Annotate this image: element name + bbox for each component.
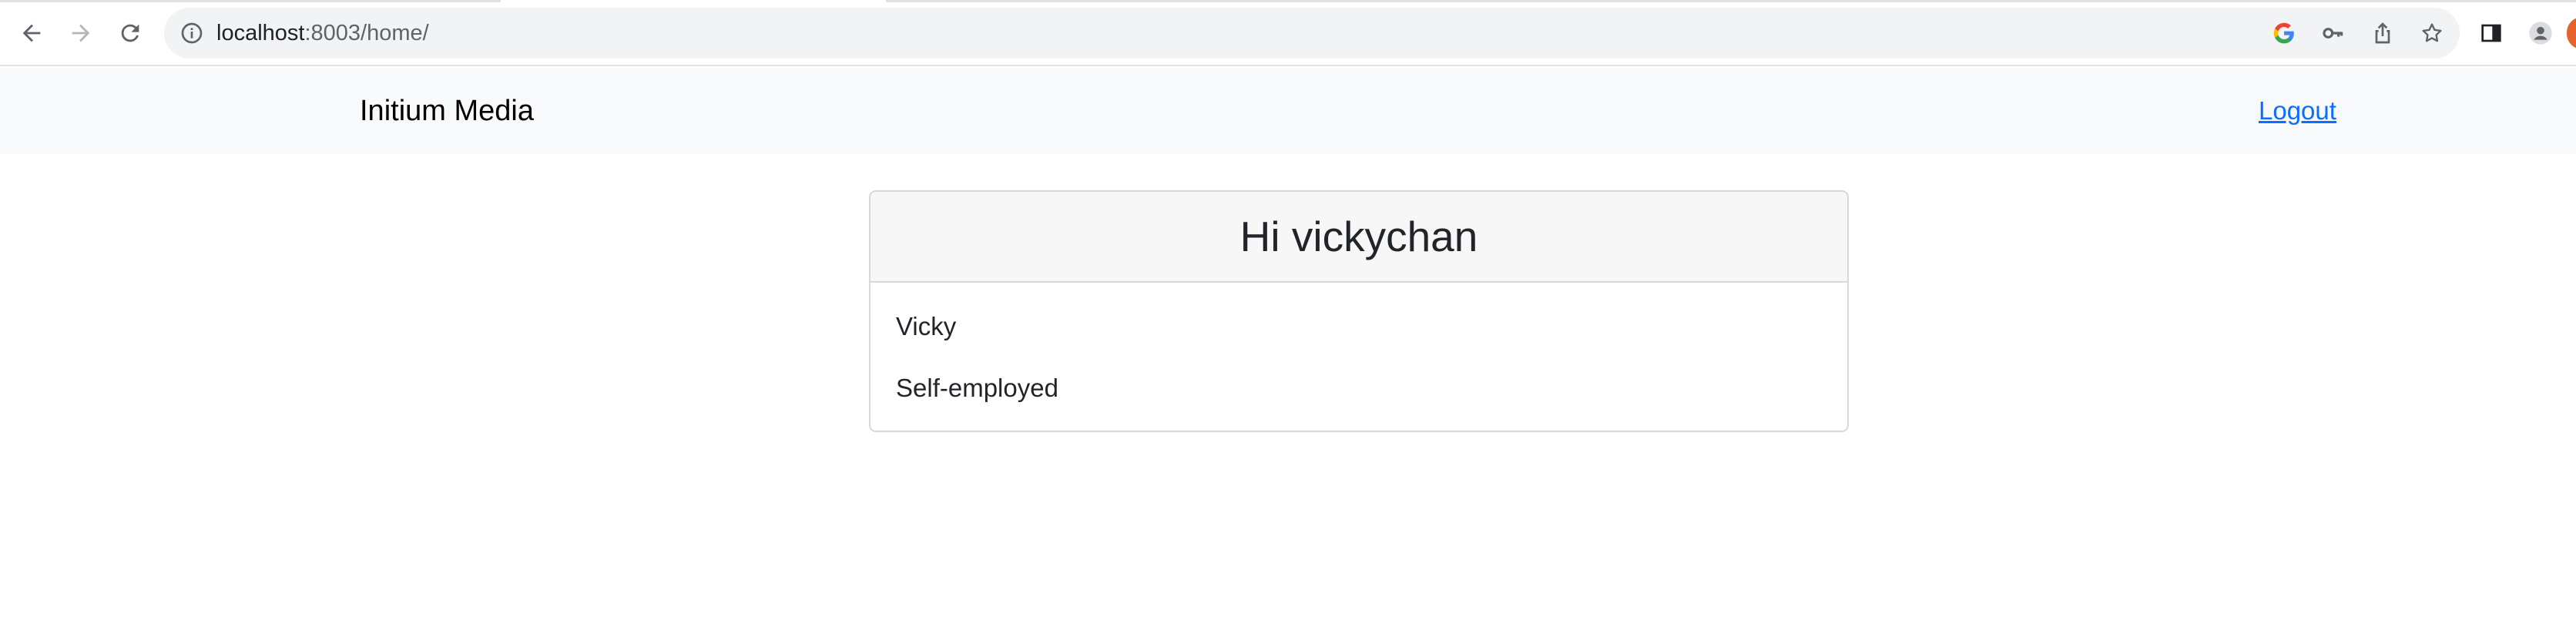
arrow-right-icon: [72, 24, 90, 42]
url-path: :8003/home/: [304, 21, 429, 45]
arrow-left-icon: [22, 24, 41, 42]
back-button[interactable]: [12, 14, 51, 52]
tab-strip-edge: [886, 0, 2576, 2]
passwords-button[interactable]: [2320, 20, 2346, 46]
logout-link[interactable]: Logout: [2259, 96, 2336, 126]
google-g-icon: [2273, 22, 2294, 44]
star-icon: [2422, 23, 2442, 42]
brand-link[interactable]: Initium Media: [360, 94, 534, 128]
share-button[interactable]: [2370, 20, 2396, 46]
card-header: Hi vickychan: [870, 192, 1847, 283]
key-icon: [2323, 28, 2343, 39]
profile-occupation: Self-employed: [896, 374, 1058, 402]
url-text[interactable]: localhost:8003/home/: [216, 18, 429, 48]
bookmark-button[interactable]: [2419, 20, 2445, 46]
extension-edge: [2567, 17, 2576, 49]
profile-button[interactable]: [2523, 15, 2558, 51]
google-lens-button[interactable]: [2271, 20, 2297, 46]
profile-card: Hi vickychan Vicky Self-employed: [869, 190, 1849, 432]
info-circle-icon[interactable]: [179, 21, 204, 45]
side-panel-button[interactable]: [2474, 15, 2509, 51]
reload-icon: [121, 24, 139, 42]
share-icon: [2375, 22, 2390, 44]
site-navbar: Initium Media Logout: [0, 68, 2576, 154]
forward-button[interactable]: [62, 14, 100, 52]
url-host: localhost: [216, 21, 305, 45]
address-bar[interactable]: localhost:8003/home/: [164, 8, 2460, 59]
side-panel-icon: [2481, 24, 2501, 42]
tab-strip-edge: [0, 0, 501, 2]
reload-button[interactable]: [111, 14, 149, 52]
avatar-icon: [2529, 22, 2552, 45]
profile-name: Vicky: [896, 312, 957, 340]
browser-toolbar: localhost:8003/home/: [0, 0, 2576, 66]
greeting-title: Hi vickychan: [1239, 213, 1478, 260]
